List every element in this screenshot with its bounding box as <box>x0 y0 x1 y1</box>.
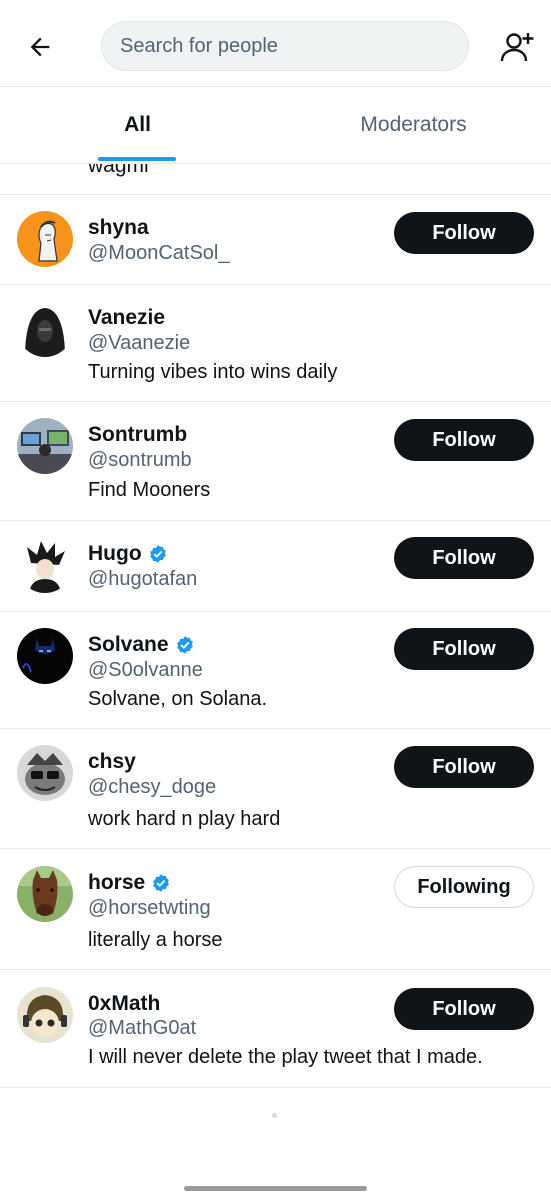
add-user-icon[interactable] <box>498 29 536 65</box>
user-bio: Solvane, on Solana. <box>88 688 268 710</box>
user-row[interactable]: chsy @chesy_doge work hard n play hard F… <box>0 729 551 849</box>
user-row[interactable]: Solvane @S0olvanne Solvane, on Solana. F… <box>0 612 551 729</box>
user-name: Solvane <box>88 633 195 657</box>
user-bio: Find Mooners <box>88 479 211 501</box>
user-handle: @MoonCatSol_ <box>88 242 230 264</box>
user-row[interactable]: Hugo @hugotafan Follow <box>0 521 551 612</box>
follow-button[interactable]: Follow <box>394 537 534 579</box>
top-bar <box>0 0 551 87</box>
following-button[interactable]: Following <box>394 866 534 908</box>
avatar[interactable] <box>17 301 73 357</box>
user-name: Sontrumb <box>88 423 187 447</box>
home-indicator[interactable] <box>184 1186 367 1191</box>
user-bio: I will never delete the play tweet that … <box>88 1046 483 1068</box>
avatar[interactable] <box>17 537 73 593</box>
follow-button[interactable]: Follow <box>394 212 534 254</box>
user-row[interactable]: Sontrumb @sontrumb Find Mooners Follow <box>0 402 551 521</box>
user-name-text: 0xMath <box>88 992 161 1015</box>
avatar[interactable] <box>17 987 73 1043</box>
user-name: 0xMath <box>88 992 160 1016</box>
back-arrow-icon[interactable] <box>22 29 58 65</box>
follow-button[interactable]: Follow <box>394 988 534 1030</box>
user-name: Vanezie <box>88 306 165 330</box>
active-tab-indicator <box>98 157 176 161</box>
tab-all[interactable]: All <box>0 87 275 163</box>
user-name: Hugo <box>88 542 168 566</box>
user-name-text: Solvane <box>88 633 169 656</box>
search-field[interactable] <box>101 21 469 71</box>
user-handle: @hugotafan <box>88 568 198 590</box>
tab-moderators[interactable]: Moderators <box>276 87 551 163</box>
follow-button[interactable]: Follow <box>394 746 534 788</box>
avatar[interactable] <box>17 211 73 267</box>
user-name-text: Hugo <box>88 542 142 565</box>
user-handle: @Vaanezie <box>88 332 191 354</box>
user-name: chsy <box>88 750 136 774</box>
user-row[interactable]: shyna @MoonCatSol_ Follow <box>0 195 551 285</box>
user-name-text: chsy <box>88 750 136 773</box>
user-handle: @S0olvanne <box>88 659 203 681</box>
avatar[interactable] <box>17 866 73 922</box>
user-name-text: horse <box>88 871 146 894</box>
user-row[interactable]: 0xMath @MathG0at I will never delete the… <box>0 970 551 1088</box>
cutoff-row: wagmi <box>0 164 551 195</box>
follow-button[interactable]: Follow <box>394 419 534 461</box>
user-bio: literally a horse <box>88 929 223 951</box>
tab-bar: All Moderators <box>0 87 551 164</box>
user-handle: @MathG0at <box>88 1017 197 1039</box>
verified-badge-icon <box>153 874 170 892</box>
user-row[interactable]: horse @horsetwting literally a horse Fol… <box>0 849 551 970</box>
user-handle: @horsetwting <box>88 897 211 919</box>
follow-button[interactable]: Follow <box>394 628 534 670</box>
user-name-text: Vanezie <box>88 306 166 329</box>
user-bio: Turning vibes into wins daily <box>88 361 338 383</box>
user-name: horse <box>88 871 171 895</box>
user-handle: @chesy_doge <box>88 776 217 798</box>
avatar[interactable] <box>17 418 73 474</box>
user-name: shyna <box>88 216 149 240</box>
avatar[interactable] <box>17 745 73 801</box>
user-bio: work hard n play hard <box>88 808 281 830</box>
user-row[interactable]: Vanezie @Vaanezie Turning vibes into win… <box>0 285 551 402</box>
user-name-text: shyna <box>88 216 149 239</box>
user-handle: @sontrumb <box>88 449 192 471</box>
search-input[interactable] <box>102 22 468 70</box>
user-name-text: Sontrumb <box>88 423 188 446</box>
cutoff-bio: wagmi <box>88 164 149 177</box>
verified-badge-icon <box>149 545 166 563</box>
loading-dot <box>272 1113 277 1118</box>
avatar[interactable] <box>17 628 73 684</box>
verified-badge-icon <box>176 636 193 654</box>
